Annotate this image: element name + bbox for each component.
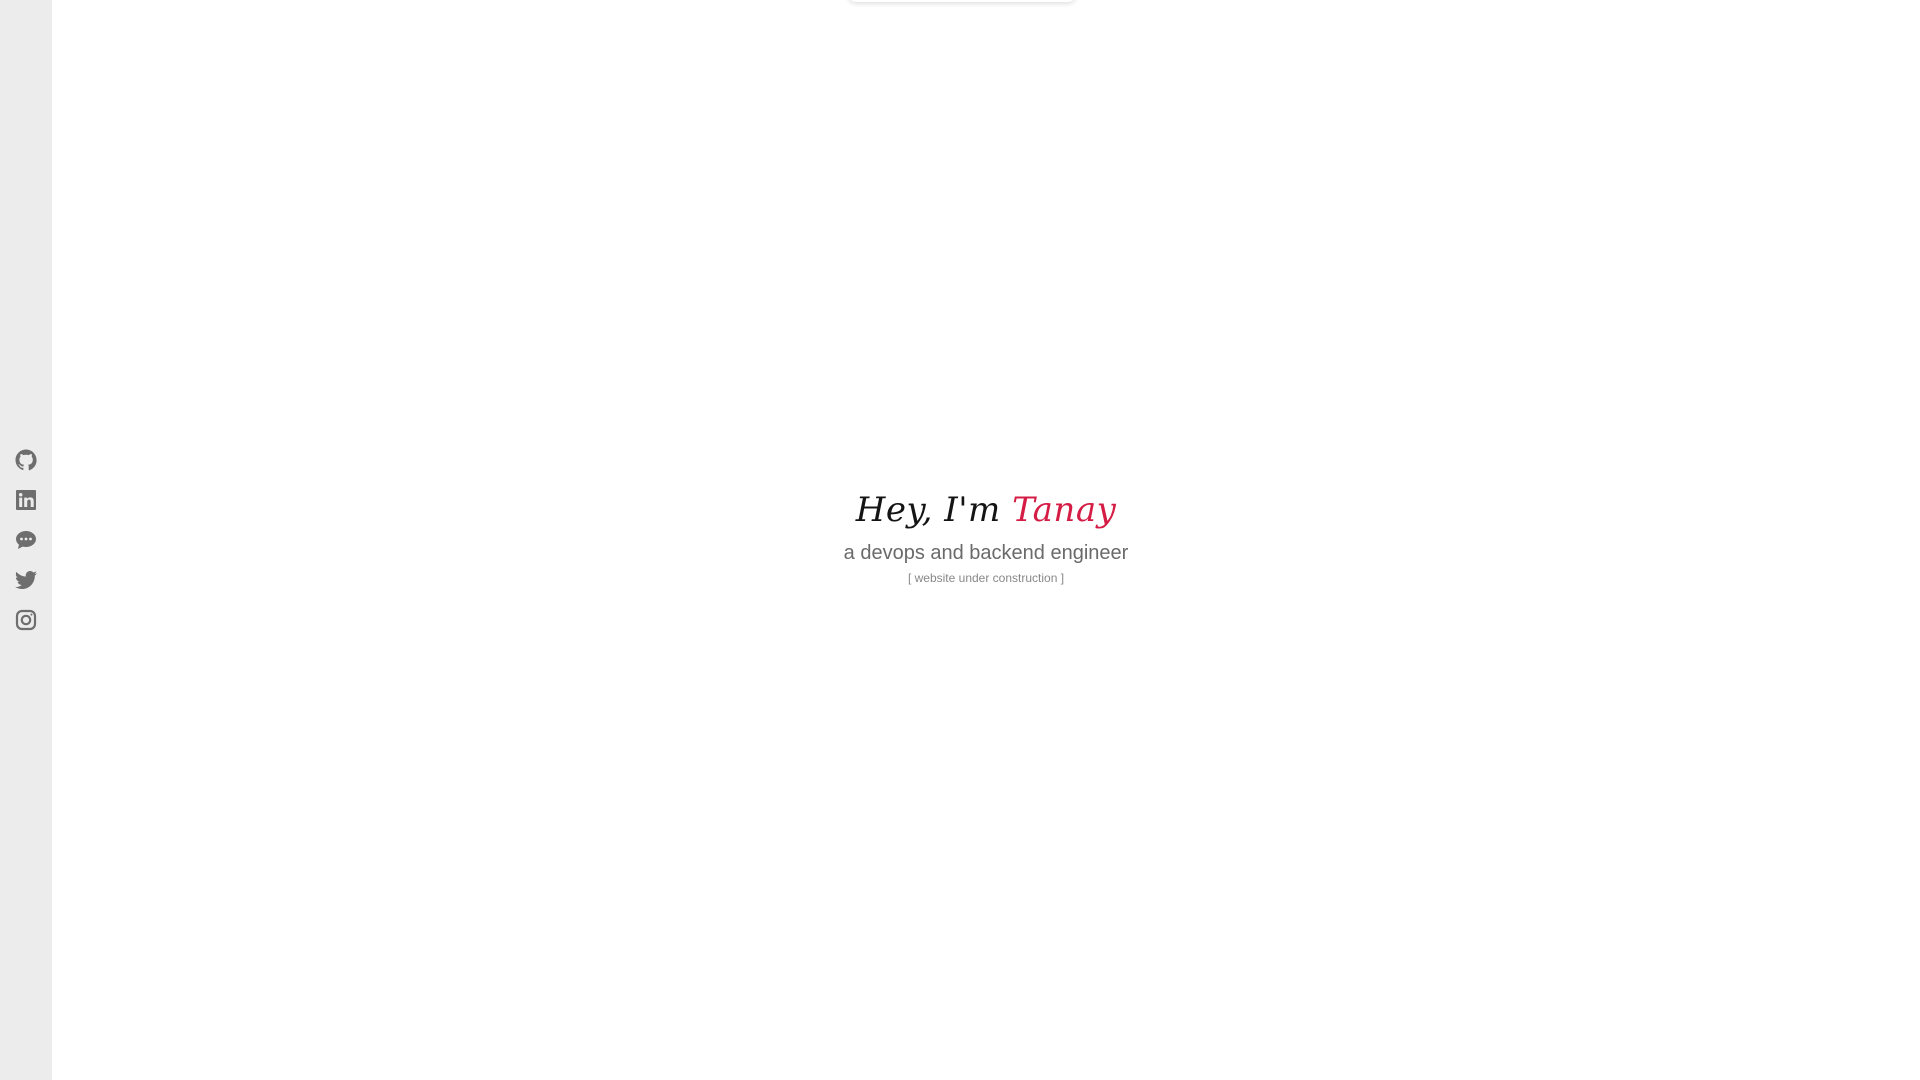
social-sidebar: [0, 0, 52, 1080]
instagram-icon: [14, 608, 38, 632]
linkedin-icon: [14, 488, 38, 512]
hero-name: Tanay: [1012, 490, 1117, 530]
github-icon: [14, 448, 38, 472]
chat-icon: [14, 528, 38, 552]
hero-content: Hey, I'm Tanay a devops and backend engi…: [52, 488, 1920, 586]
linkedin-link[interactable]: [14, 488, 38, 512]
hero-greeting: Hey, I'm Tanay: [52, 488, 1920, 532]
hero-tagline: a devops and backend engineer: [843, 542, 1129, 564]
instagram-link[interactable]: [14, 608, 38, 632]
social-links: [0, 448, 52, 648]
greeting-prefix: Hey, I'm: [855, 490, 1013, 530]
twitter-icon: [14, 568, 38, 592]
github-link[interactable]: [14, 448, 38, 472]
construction-note: [ website under construction ]: [907, 571, 1065, 585]
hero-section: Hey, I'm Tanay a devops and backend engi…: [52, 0, 1920, 1080]
page: Hey, I'm Tanay a devops and backend engi…: [0, 0, 1920, 1080]
chat-link[interactable]: [14, 528, 38, 552]
twitter-link[interactable]: [14, 568, 38, 592]
